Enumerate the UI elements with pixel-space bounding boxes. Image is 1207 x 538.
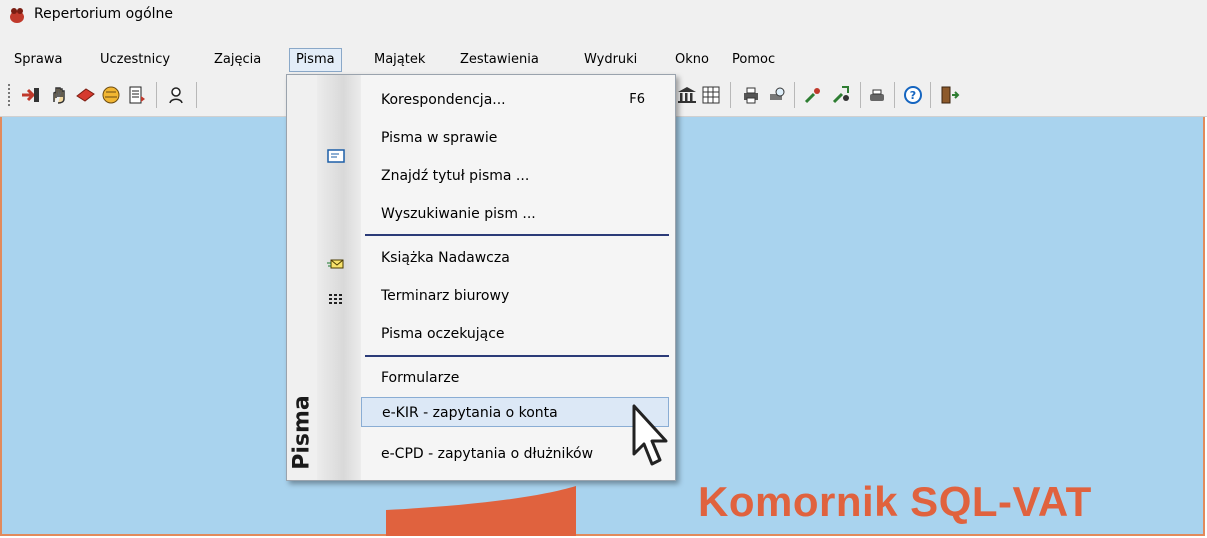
toolbar-separator (156, 82, 157, 108)
menu-item-label: Formularze (381, 370, 460, 386)
menu-pisma[interactable]: Pisma (289, 48, 342, 72)
menu-item-shortcut: F6 (629, 92, 645, 107)
menu-item-label: Terminarz biurowy (381, 288, 510, 304)
toolbar-separator (794, 82, 795, 108)
user-search-icon[interactable] (166, 84, 188, 106)
toolbar-separator (196, 82, 197, 108)
toolbar-separator (930, 82, 931, 108)
menu-item-e-kir[interactable]: e-KIR - zapytania o konta (361, 397, 669, 427)
menu-majatek[interactable]: Majątek (368, 50, 431, 70)
menu-sprawa[interactable]: Sprawa (8, 50, 68, 70)
toolbar-separator (730, 82, 731, 108)
toolbar-grip[interactable] (8, 84, 12, 106)
letter-icon (327, 149, 345, 163)
mouse-cursor-icon (632, 404, 668, 466)
tools-run-icon[interactable] (830, 84, 852, 106)
menu-item-label: Książka Nadawcza (381, 250, 510, 266)
menu-zajecia[interactable]: Zajęcia (208, 50, 267, 70)
document-list-icon[interactable] (126, 84, 148, 106)
icon-gutter (317, 75, 361, 480)
menu-item-formularze[interactable]: Formularze (361, 363, 661, 393)
menu-item-label: e-CPD - zapytania o dłużników (381, 446, 594, 462)
hand-icon[interactable] (48, 84, 70, 106)
menu-item-label: e-KIR - zapytania o konta (382, 405, 558, 421)
menu-okno[interactable]: Okno (669, 50, 715, 70)
print-preview-icon[interactable] (766, 84, 788, 106)
tools-icon[interactable] (802, 84, 824, 106)
menu-item-label: Znajdź tytuł pisma ... (381, 168, 530, 184)
menu-pomoc[interactable]: Pomoc (726, 50, 781, 70)
menu-item-terminarz-biurowy[interactable]: Terminarz biurowy (361, 281, 661, 311)
menu-item-label: Pisma oczekujące (381, 326, 505, 342)
printer-icon[interactable] (740, 84, 762, 106)
printer-small-icon[interactable] (866, 84, 888, 106)
app-logo-icon (10, 8, 24, 23)
help-icon[interactable]: ? (902, 84, 924, 106)
sidebar-title: Pisma (289, 395, 315, 470)
login-arrow-icon[interactable] (20, 84, 42, 106)
grid-icon (329, 294, 342, 304)
menu-item-e-cpd[interactable]: e-CPD - zapytania o dłużników (361, 439, 661, 469)
menu-item-ksiazka-nadawcza[interactable]: Książka Nadawcza (361, 243, 661, 273)
dropdown-sidebar: Pisma (287, 75, 361, 480)
menu-item-pisma-w-sprawie[interactable]: Pisma w sprawie (361, 123, 661, 153)
menu-item-label: Pisma w sprawie (381, 130, 498, 146)
columns-icon[interactable] (700, 84, 722, 106)
book-red-icon[interactable] (74, 84, 96, 106)
bank-icon[interactable] (676, 84, 698, 106)
menu-item-label: Wyszukiwanie pism ... (381, 206, 536, 222)
pisma-dropdown-menu: Pisma Korespondencja... F6 Pisma w spraw… (286, 74, 676, 481)
menu-item-wyszukiwanie[interactable]: Wyszukiwanie pism ... (361, 199, 661, 229)
menu-zestawienia[interactable]: Zestawienia (454, 50, 545, 70)
exit-door-icon[interactable] (938, 84, 960, 106)
menu-item-znajdz-tytul[interactable]: Znajdź tytuł pisma ... (361, 161, 661, 191)
window-title: Repertorium ogólne (34, 6, 174, 22)
brand-swoosh-graphic (386, 486, 576, 536)
toolbar-separator (894, 82, 895, 108)
menu-item-label: Korespondencja... (381, 92, 506, 108)
menu-uczestnicy[interactable]: Uczestnicy (94, 50, 176, 70)
brand-logo-text: Komornik SQL-VAT (698, 478, 1092, 525)
globe-icon[interactable] (100, 84, 122, 106)
menu-item-korespondencja[interactable]: Korespondencja... F6 (361, 85, 661, 115)
svg-text:?: ? (910, 89, 916, 102)
menu-wydruki[interactable]: Wydruki (578, 50, 643, 70)
menu-separator (365, 355, 669, 357)
toolbar-separator (860, 82, 861, 108)
menu-separator (365, 234, 669, 236)
menu-item-pisma-oczekujace[interactable]: Pisma oczekujące (361, 319, 661, 349)
envelope-icon (327, 259, 344, 269)
title-bar: Repertorium ogólne (0, 0, 1207, 31)
